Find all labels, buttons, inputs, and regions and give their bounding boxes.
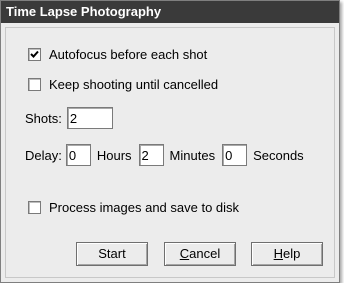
dialog-title: Time Lapse Photography: [1, 1, 339, 23]
help-mnemonic: H: [273, 246, 284, 261]
keep-shooting-option[interactable]: Keep shooting until cancelled: [28, 75, 218, 93]
keep-shooting-label: Keep shooting until cancelled: [49, 76, 219, 92]
help-button-label: Help: [274, 246, 301, 261]
shots-label: Shots:: [25, 110, 62, 126]
minutes-unit-label: Minutes: [169, 147, 216, 163]
autofocus-label: Autofocus before each shot: [49, 46, 208, 62]
shots-input[interactable]: 2: [66, 107, 113, 129]
process-images-option[interactable]: Process images and save to disk: [28, 198, 239, 216]
help-label-rest: elp: [283, 246, 301, 261]
cancel-label-rest: ancel: [189, 246, 221, 261]
delay-hours-input[interactable]: 0: [65, 144, 91, 166]
process-images-label: Process images and save to disk: [49, 199, 240, 215]
delay-seconds-input[interactable]: 0: [222, 144, 248, 166]
autofocus-checkbox[interactable]: [28, 47, 41, 61]
hours-unit-label: Hours: [96, 147, 132, 163]
delay-minutes-input[interactable]: 2: [138, 144, 164, 166]
process-images-checkbox[interactable]: [28, 200, 41, 214]
keep-shooting-checkbox[interactable]: [28, 77, 41, 91]
cancel-button-label: Cancel: [180, 246, 220, 261]
check-icon: [30, 50, 39, 58]
cancel-button[interactable]: Cancel: [164, 242, 236, 266]
seconds-unit-label: Seconds: [253, 147, 304, 163]
shots-row: Shots: 2: [25, 106, 113, 130]
delay-row: Delay: 0 Hours 2 Minutes 0 Seconds: [25, 143, 304, 167]
time-lapse-dialog: Time Lapse Photography Autofocus before …: [0, 0, 340, 283]
start-button[interactable]: Start: [76, 242, 148, 266]
start-button-label: Start: [98, 246, 126, 261]
delay-label: Delay:: [25, 147, 62, 163]
help-button[interactable]: Help: [251, 242, 323, 266]
autofocus-option[interactable]: Autofocus before each shot: [28, 45, 207, 63]
cancel-mnemonic: C: [179, 246, 190, 261]
